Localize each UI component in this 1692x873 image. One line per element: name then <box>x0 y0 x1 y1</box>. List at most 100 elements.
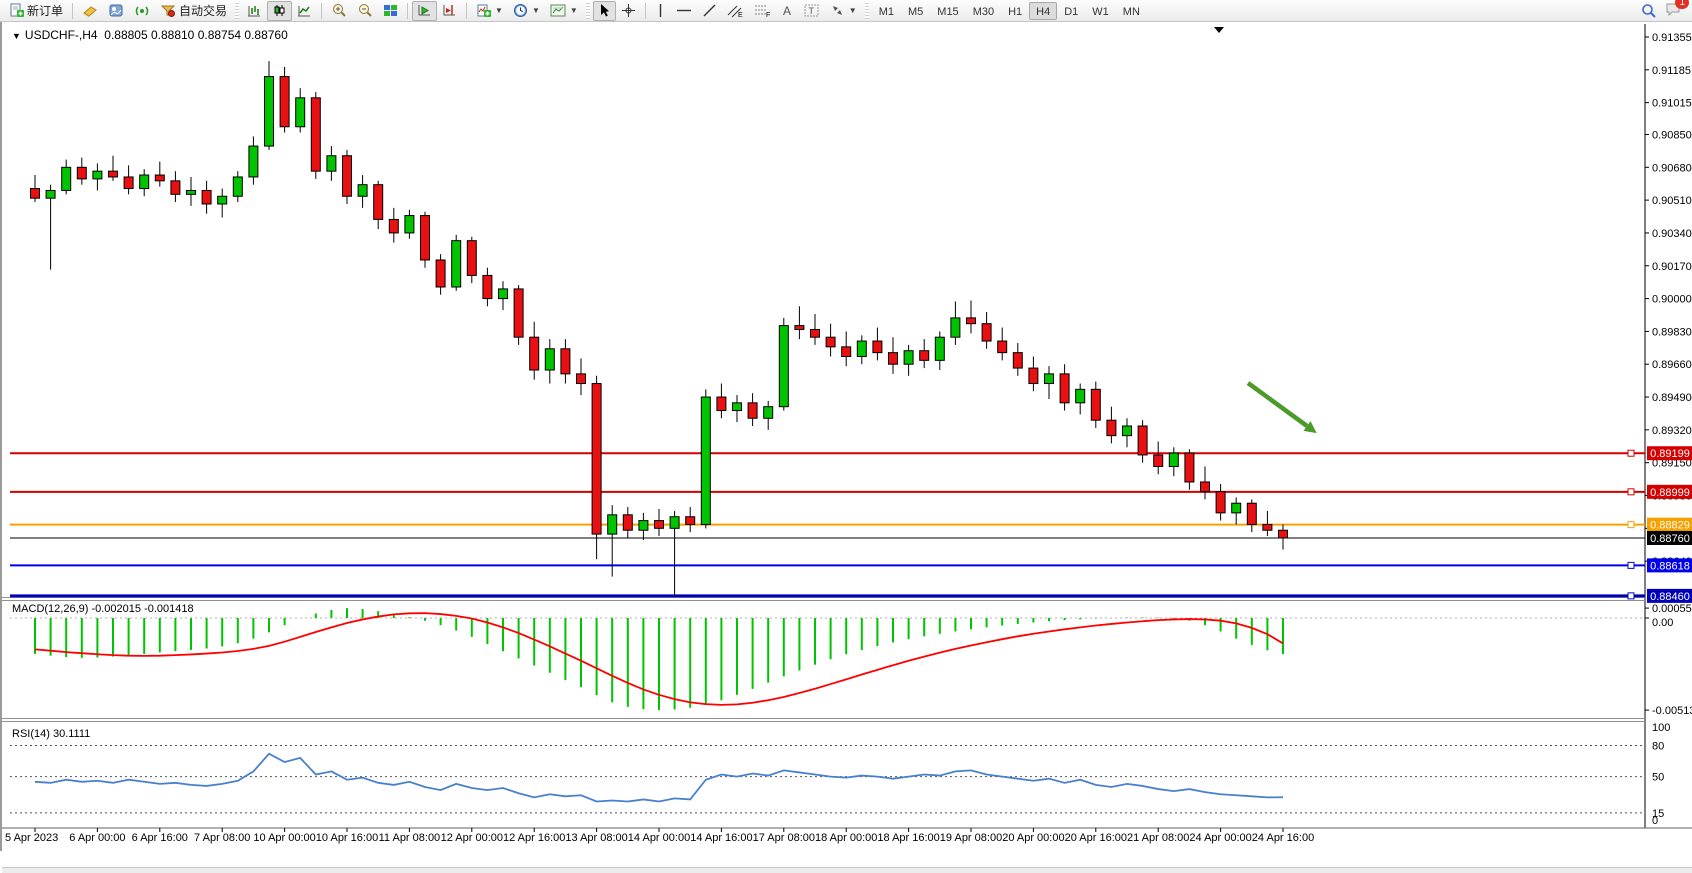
candle-body <box>967 318 976 324</box>
chart-canvas[interactable]: 0.913550.911850.910150.908500.906800.905… <box>2 22 1692 851</box>
candle-body <box>483 275 492 298</box>
time-axis[interactable]: 5 Apr 20236 Apr 00:006 Apr 16:007 Apr 08… <box>5 828 1314 844</box>
hline-handle[interactable] <box>1628 450 1634 456</box>
auto-trading-label: 自动交易 <box>179 2 227 19</box>
timeframe-button-h4[interactable]: H4 <box>1029 2 1057 20</box>
zoom-out-button[interactable] <box>352 1 378 21</box>
line-chart-button[interactable] <box>292 1 317 21</box>
trend-arrow-line[interactable] <box>1248 383 1307 426</box>
candle-body <box>951 318 960 337</box>
line-chart-icon <box>297 3 312 18</box>
candle-body <box>577 374 586 384</box>
cursor-button[interactable] <box>593 1 616 21</box>
timeframe-button-w1[interactable]: W1 <box>1085 2 1116 20</box>
signal-icon <box>134 3 150 18</box>
candle-body <box>1013 353 1022 368</box>
periods-button[interactable]: ▼ <box>508 1 545 21</box>
auto-trading-button[interactable]: 自动交易 <box>155 1 232 21</box>
annotations[interactable] <box>1248 383 1317 433</box>
timeframe-button-h1[interactable]: H1 <box>1001 2 1029 20</box>
macd-tick-label: -0.00513 <box>1652 705 1692 717</box>
market-watch-button[interactable] <box>103 1 129 21</box>
candle-body <box>31 189 40 199</box>
timeframe-button-m1[interactable]: M1 <box>872 2 901 20</box>
time-tick-label: 18 Apr 00:00 <box>815 832 877 844</box>
timeframe-button-mn[interactable]: MN <box>1116 2 1147 20</box>
timeframe-button-m5[interactable]: M5 <box>901 2 930 20</box>
templates-button[interactable]: ▼ <box>545 1 583 21</box>
time-tick-label: 18 Apr 16:00 <box>877 832 939 844</box>
timeframe-button-d1[interactable]: D1 <box>1057 2 1085 20</box>
timeframe-button-m15[interactable]: M15 <box>930 2 965 20</box>
periods-icon <box>513 3 528 18</box>
candle-body <box>873 341 882 353</box>
candle-chart-button[interactable] <box>267 1 292 21</box>
time-tick-label: 6 Apr 16:00 <box>132 832 188 844</box>
templates-icon <box>550 3 566 18</box>
vertical-line-button[interactable] <box>650 1 671 21</box>
rsi-tick-label: 50 <box>1652 772 1664 784</box>
zoom-out-icon <box>357 3 373 18</box>
candle-body <box>296 98 305 127</box>
candle-body <box>218 196 227 204</box>
candle-body <box>140 175 149 189</box>
candle-body <box>842 347 851 357</box>
ticket-icon <box>82 4 98 18</box>
candle-body <box>1232 503 1241 513</box>
notifications-button[interactable]: 1 <box>1665 1 1682 21</box>
candle-body <box>733 403 742 411</box>
text-label-button[interactable]: T <box>799 1 825 21</box>
macd-tick-label: 0.000552 <box>1652 603 1692 615</box>
tile-windows-button[interactable] <box>378 1 403 21</box>
search-icon[interactable] <box>1641 3 1657 19</box>
arrows-button[interactable]: ▼ <box>825 1 862 21</box>
price-axis[interactable]: 0.913550.911850.910150.908500.906800.905… <box>1645 32 1692 603</box>
indicators-button[interactable]: ▼ <box>471 1 508 21</box>
crosshair-button[interactable] <box>616 1 641 21</box>
text-button[interactable]: A <box>776 1 799 21</box>
signal-button[interactable] <box>129 1 155 21</box>
zoom-in-button[interactable] <box>326 1 352 21</box>
candle-body <box>1107 420 1116 435</box>
candle-chart-icon <box>272 3 287 18</box>
hline-handle[interactable] <box>1628 522 1634 528</box>
rsi-line <box>35 754 1283 802</box>
auto-scroll-button[interactable] <box>412 1 437 21</box>
rsi-tick-label: 0 <box>1652 815 1658 827</box>
candle-body <box>826 337 835 347</box>
trendline-icon <box>702 3 717 18</box>
toolbar-separator <box>72 3 73 19</box>
horizontal-line-button[interactable] <box>671 1 697 21</box>
time-tick-label: 21 Apr 08:00 <box>1127 832 1189 844</box>
ticket-button[interactable] <box>77 1 103 21</box>
horizontal-line-icon <box>676 3 692 18</box>
trendline-button[interactable] <box>697 1 722 21</box>
bar-chart-button[interactable] <box>242 1 267 21</box>
chevron-down-icon[interactable]: ▼ <box>12 31 21 41</box>
time-tick-label: 20 Apr 00:00 <box>1002 832 1064 844</box>
new-order-button[interactable]: 新订单 <box>4 1 68 21</box>
price-line-badge-label: 0.89199 <box>1650 448 1690 460</box>
hline-handle[interactable] <box>1628 562 1634 568</box>
timeframe-button-m30[interactable]: M30 <box>966 2 1001 20</box>
time-tick-label: 7 Apr 08:00 <box>194 832 250 844</box>
price-tick-label: 0.91015 <box>1652 98 1692 110</box>
chart-shift-button[interactable] <box>437 1 462 21</box>
candle-body <box>545 349 554 370</box>
hline-handle[interactable] <box>1628 489 1634 495</box>
price-tick-label: 0.90850 <box>1652 129 1692 141</box>
time-tick-label: 24 Apr 00:00 <box>1189 832 1251 844</box>
fibonacci-button[interactable]: F <box>749 1 776 21</box>
hline-handle[interactable] <box>1628 593 1634 599</box>
channel-button[interactable]: E <box>722 1 749 21</box>
svg-text:F: F <box>766 12 770 18</box>
candle-body <box>561 349 570 374</box>
candle-body <box>421 216 430 260</box>
chart-shift-marker[interactable] <box>1214 27 1224 33</box>
candle-body <box>670 517 679 529</box>
price-tick-label: 0.89490 <box>1652 392 1692 404</box>
horizontal-line-objects[interactable] <box>10 450 1645 599</box>
price-tick-label: 0.89830 <box>1652 326 1692 338</box>
candle-body <box>920 351 929 361</box>
candle-body <box>311 98 320 171</box>
